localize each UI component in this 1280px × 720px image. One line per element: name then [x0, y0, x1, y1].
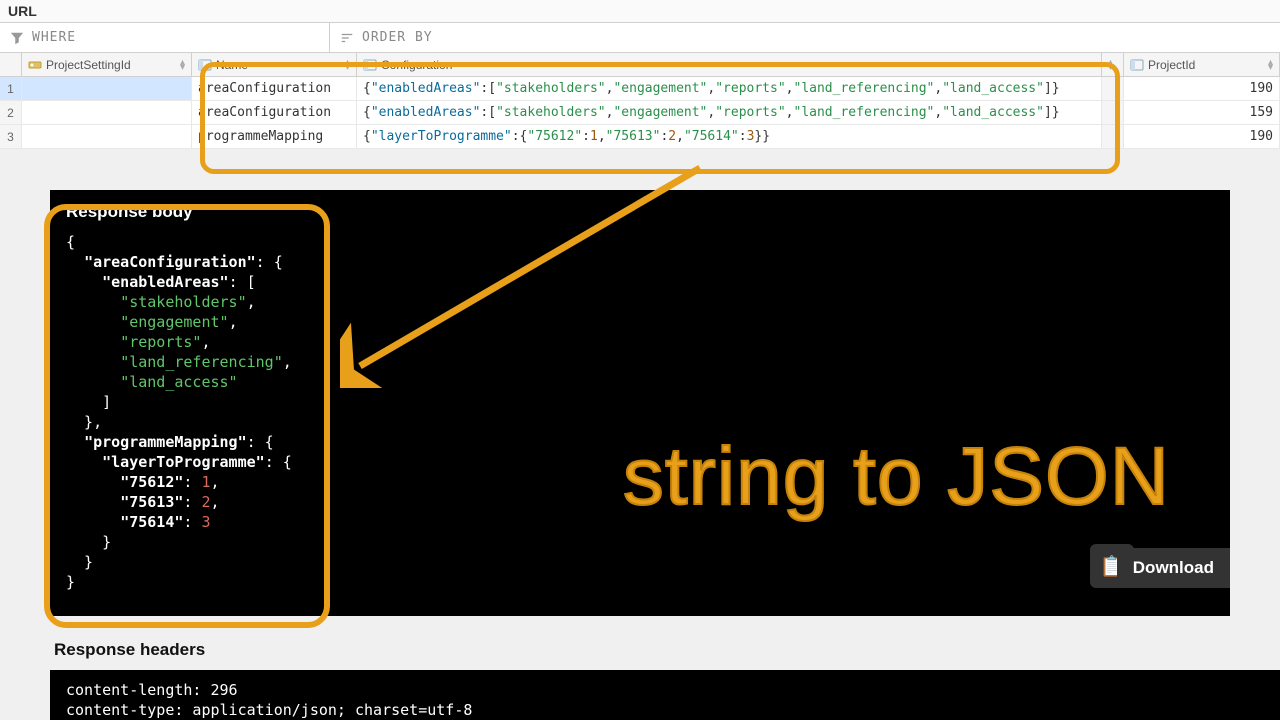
sort-indicator-icon: ▴▾	[1268, 60, 1273, 70]
filter-bar: WHERE ORDER BY	[0, 23, 1280, 53]
cell-spacer	[1102, 101, 1124, 124]
cell-name[interactable]: areaConfiguration	[192, 77, 357, 100]
response-headers-body: content-length: 296 content-type: applic…	[50, 670, 1280, 720]
sort-indicator-icon: ▴▾	[345, 60, 350, 70]
key-column-icon	[28, 58, 42, 72]
cell-configuration[interactable]: {"layerToProgramme":{"75612":1,"75613":2…	[357, 125, 1102, 148]
cell-project-setting-id[interactable]	[22, 125, 192, 148]
url-bar-label: URL	[0, 0, 1280, 23]
table-row[interactable]: 2 areaConfiguration{"enabledAreas":["stak…	[0, 101, 1280, 125]
row-number: 2	[0, 101, 22, 124]
column-header-filter[interactable]: ▴▾	[1102, 53, 1124, 76]
row-number: 3	[0, 125, 22, 148]
cell-name[interactable]: areaConfiguration	[192, 101, 357, 124]
annotation-label: string to JSON	[623, 430, 1170, 524]
row-number: 1	[0, 77, 22, 100]
column-label: ProjectId	[1148, 58, 1264, 72]
cell-configuration[interactable]: {"enabledAreas":["stakeholders","engagem…	[357, 77, 1102, 100]
response-body-title: Response body	[66, 202, 1214, 222]
orderby-filter[interactable]: ORDER BY	[330, 23, 1280, 52]
table-row[interactable]: 1 areaConfiguration{"enabledAreas":["stak…	[0, 77, 1280, 101]
cell-project-id[interactable]: 159	[1124, 101, 1280, 124]
funnel-icon	[10, 31, 24, 45]
response-body-json[interactable]: { "areaConfiguration": { "enabledAreas":…	[66, 232, 1214, 592]
rownum-header	[0, 53, 22, 76]
cell-configuration[interactable]: {"enabledAreas":["stakeholders","engagem…	[357, 101, 1102, 124]
grid-body: 1 areaConfiguration{"enabledAreas":["stak…	[0, 77, 1280, 149]
column-header-configuration[interactable]: Configuration	[357, 53, 1102, 76]
column-label: ProjectSettingId	[46, 58, 176, 72]
where-filter[interactable]: WHERE	[0, 23, 330, 52]
sort-indicator-icon: ▴▾	[1108, 60, 1113, 70]
column-icon	[1130, 58, 1144, 72]
sort-indicator-icon: ▴▾	[180, 60, 185, 70]
column-header-projectid[interactable]: ProjectId ▴▾	[1124, 53, 1280, 76]
cell-spacer	[1102, 77, 1124, 100]
data-grid: ProjectSettingId ▴▾ Name ▴▾ Configuratio…	[0, 53, 1280, 149]
download-button[interactable]: Download	[1117, 548, 1230, 588]
cell-project-setting-id[interactable]	[22, 101, 192, 124]
table-row[interactable]: 3 programmeMapping{"layerToProgramme":{"7…	[0, 125, 1280, 149]
cell-name[interactable]: programmeMapping	[192, 125, 357, 148]
column-header-psid[interactable]: ProjectSettingId ▴▾	[22, 53, 192, 76]
where-label: WHERE	[32, 30, 76, 45]
response-body-panel: Response body { "areaConfiguration": { "…	[50, 190, 1230, 616]
response-headers-title: Response headers	[54, 640, 205, 660]
column-icon	[363, 58, 377, 72]
column-label: Configuration	[381, 58, 1095, 72]
column-icon	[198, 58, 212, 72]
column-label: Name	[216, 58, 341, 72]
column-header-name[interactable]: Name ▴▾	[192, 53, 357, 76]
cell-project-id[interactable]: 190	[1124, 77, 1280, 100]
grid-header-row: ProjectSettingId ▴▾ Name ▴▾ Configuratio…	[0, 53, 1280, 77]
sort-icon	[340, 31, 354, 45]
cell-project-id[interactable]: 190	[1124, 125, 1280, 148]
cell-spacer	[1102, 125, 1124, 148]
cell-project-setting-id[interactable]	[22, 77, 192, 100]
orderby-label: ORDER BY	[362, 30, 433, 45]
